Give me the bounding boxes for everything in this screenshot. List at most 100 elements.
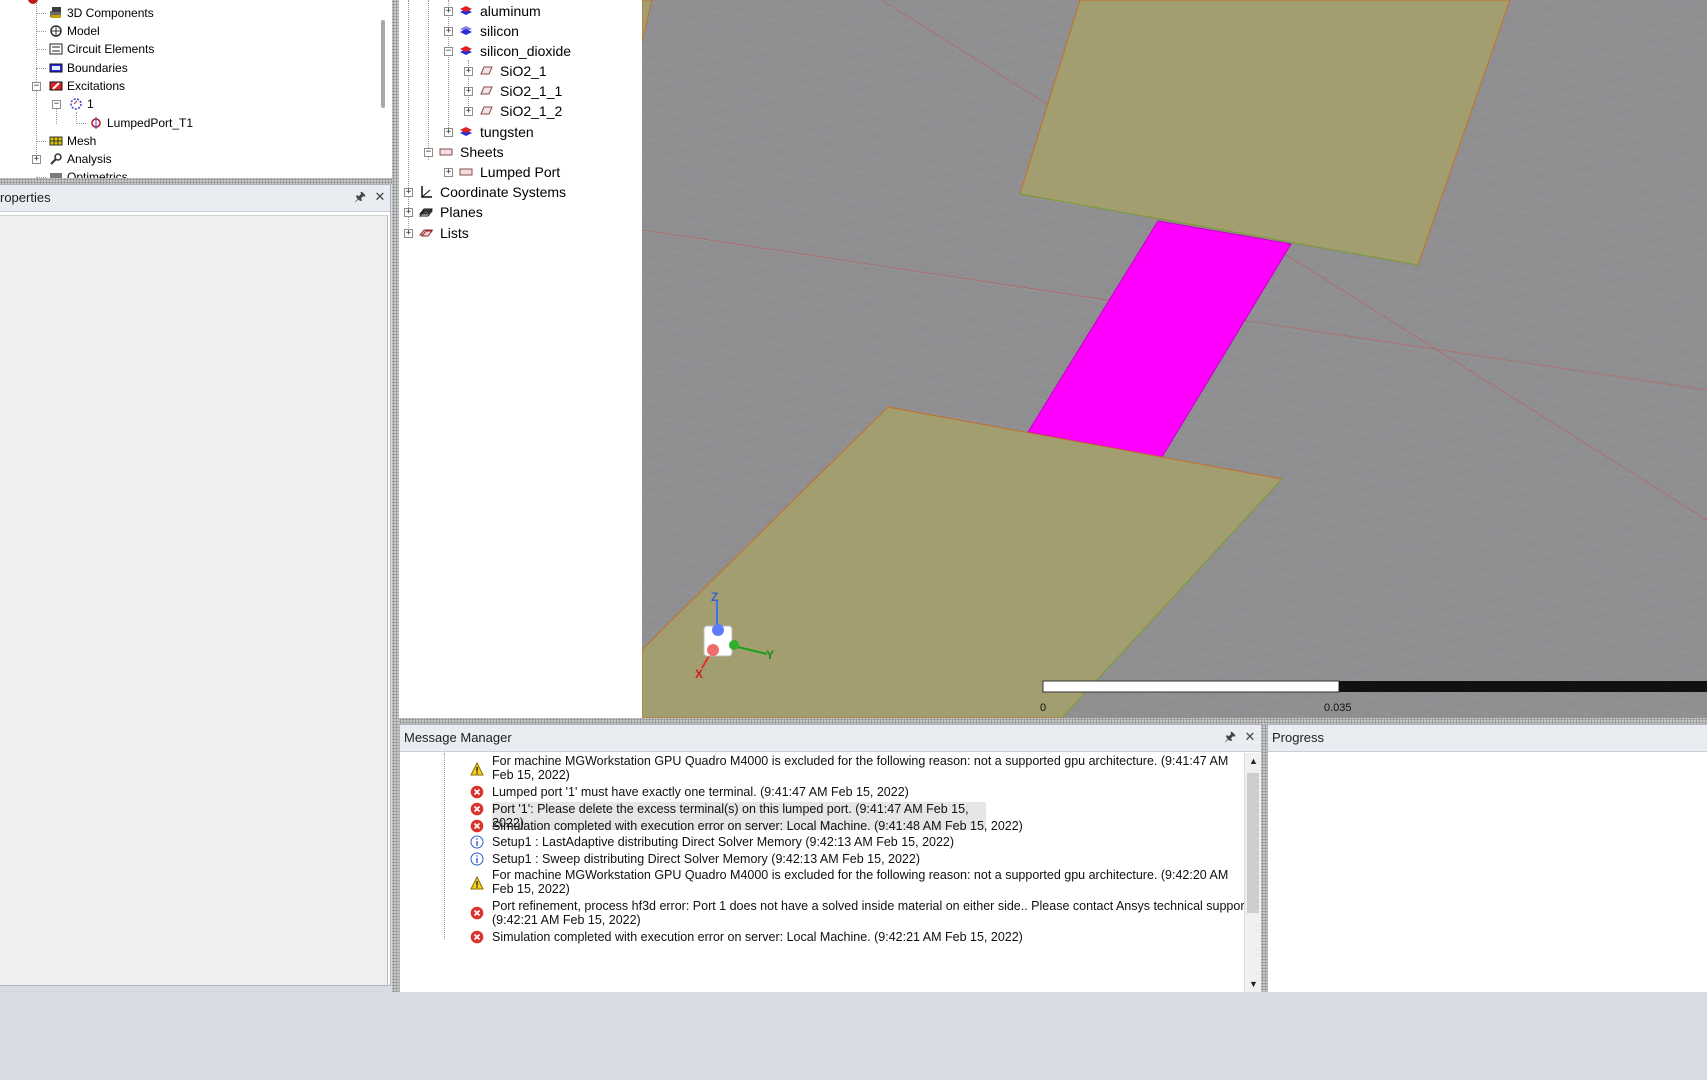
boundaries-icon (49, 63, 63, 73)
progress-header: Progress (1268, 725, 1707, 752)
error-icon (470, 785, 484, 799)
expand-toggle-icon[interactable]: + (464, 67, 473, 76)
expand-toggle-icon[interactable]: + (404, 229, 413, 238)
message-item[interactable]: Setup1 : Sweep distributing Direct Solve… (470, 852, 1252, 866)
material-icon (460, 46, 472, 55)
bottom-strip (0, 992, 1707, 1080)
planes-icon (418, 208, 434, 217)
message-text: Simulation completed with execution erro… (492, 930, 1023, 944)
message-item[interactable]: For machine MGWorkstation GPU Quadro M40… (470, 868, 1252, 896)
tree-item-label: 3D Components (67, 6, 154, 20)
message-text: Port refinement, process hf3d error: Por… (492, 899, 1252, 927)
tree-item-label: SiO2_1_1 (500, 83, 563, 99)
close-icon[interactable]: ✕ (1242, 729, 1258, 745)
panel-title: Progress (1272, 730, 1325, 745)
expand-toggle-icon[interactable]: + (444, 168, 453, 177)
message-text: Setup1 : LastAdaptive distributing Direc… (492, 835, 955, 849)
tree-item-label: Circuit Elements (67, 42, 155, 56)
message-manager-panel: Message Manager 🖈 ✕ For machine MGWorkst… (399, 724, 1263, 994)
scroll-up-icon[interactable]: ▲ (1245, 753, 1262, 770)
scale-bar-white (1042, 680, 1340, 693)
expand-toggle-icon[interactable]: + (404, 188, 413, 197)
message-item[interactable]: Simulation completed with execution erro… (470, 930, 1252, 944)
viewport-scene: Z Y X 0 0.035 (642, 0, 1707, 718)
pin-icon[interactable]: 🖈 (352, 189, 368, 205)
message-text: Simulation completed with execution erro… (492, 819, 1023, 833)
warning-icon (470, 876, 484, 890)
scrollbar-thumb[interactable] (381, 20, 385, 108)
tree-item-label: Mesh (67, 134, 97, 148)
expand-toggle-icon[interactable]: + (444, 27, 453, 36)
tree-item-label: tungsten (480, 124, 534, 140)
tree-item-label: Excitations (67, 79, 126, 93)
properties-content (0, 215, 388, 985)
tree-item-label: LumpedPort_T1 (107, 116, 194, 130)
message-item[interactable]: Port refinement, process hf3d error: Por… (470, 899, 1252, 927)
coordinate-systems-icon (421, 186, 432, 198)
collapse-toggle-icon[interactable]: − (444, 47, 453, 56)
properties-panel: roperties 🖈 ✕ (0, 184, 391, 986)
model-tree-panel: + aluminum + silicon − silicon_dioxide +… (399, 0, 642, 718)
collapse-toggle-icon[interactable]: − (32, 82, 41, 91)
tree-item-label: SiO2_1 (500, 63, 547, 79)
expand-toggle-icon[interactable]: + (464, 87, 473, 96)
message-text: Setup1 : Sweep distributing Direct Solve… (492, 852, 920, 866)
expand-toggle-icon[interactable]: + (444, 128, 453, 137)
panel-title: roperties (0, 190, 51, 205)
3d-viewport[interactable]: Z Y X 0 0.035 (642, 0, 1707, 718)
tree-item-label: Lists (440, 225, 469, 241)
message-item[interactable]: Setup1 : LastAdaptive distributing Direc… (470, 835, 1252, 849)
project-tree-scrollbar[interactable] (374, 0, 391, 178)
model-icon (50, 25, 62, 37)
axis-z-label: Z (711, 590, 718, 604)
tree-item-label: silicon_dioxide (480, 43, 572, 59)
message-text: For machine MGWorkstation GPU Quadro M40… (492, 754, 1229, 782)
solid-object-icon (480, 66, 493, 75)
scale-bar-black (1339, 681, 1707, 692)
sheet-icon (459, 168, 473, 176)
scrollbar-thumb[interactable] (1247, 773, 1259, 913)
expand-toggle-icon[interactable]: + (444, 7, 453, 16)
tree-item-label: Boundaries (67, 61, 128, 75)
pin-icon[interactable]: 🖈 (1222, 729, 1238, 745)
terminal-icon (91, 117, 101, 129)
mesh-icon (49, 136, 63, 146)
circuit-elements-icon (49, 43, 63, 55)
scroll-down-icon[interactable]: ▼ (1245, 976, 1262, 993)
analysis-icon (50, 153, 62, 165)
axis-y-label: Y (766, 648, 774, 662)
expand-toggle-icon[interactable]: + (404, 208, 413, 217)
material-icon (460, 6, 472, 15)
error-icon (470, 906, 484, 920)
scale-label-start: 0 (1040, 702, 1046, 714)
tree-item-label: Lumped Port (480, 164, 561, 180)
solid-object-icon (480, 106, 493, 115)
solid-object-icon (480, 86, 493, 95)
tree-item-label: aluminum (480, 3, 541, 19)
tree-item-label: Sheets (460, 144, 504, 160)
expand-toggle-icon[interactable]: + (32, 155, 41, 164)
error-icon (470, 819, 484, 833)
optimetrics-icon (50, 173, 62, 178)
message-item[interactable]: Lumped port '1' must have exactly one te… (470, 785, 1252, 799)
tree-item-label: SiO2_1_2 (500, 103, 563, 119)
scale-label-mid: 0.035 (1324, 702, 1352, 714)
port-icon (70, 98, 82, 110)
message-scrollbar[interactable]: ▲ ▼ (1244, 753, 1262, 993)
lists-icon (418, 229, 434, 237)
tree-item-label: silicon (480, 23, 519, 39)
sheets-icon (439, 148, 453, 156)
expand-toggle-icon[interactable]: + (464, 107, 473, 116)
vertical-splitter[interactable] (392, 0, 399, 1080)
collapse-toggle-icon[interactable]: − (52, 100, 61, 109)
tree-item-label: Optimetrics (67, 170, 128, 178)
message-list: For machine MGWorkstation GPU Quadro M40… (400, 753, 1251, 993)
collapse-toggle-icon[interactable]: − (424, 148, 433, 157)
close-icon[interactable]: ✕ (372, 189, 388, 205)
material-icon (460, 127, 472, 136)
message-item[interactable]: For machine MGWorkstation GPU Quadro M40… (470, 754, 1252, 782)
info-icon (470, 835, 484, 849)
excitations-icon (49, 81, 63, 91)
warning-icon (470, 762, 484, 776)
message-item[interactable]: Simulation completed with execution erro… (470, 819, 1252, 833)
